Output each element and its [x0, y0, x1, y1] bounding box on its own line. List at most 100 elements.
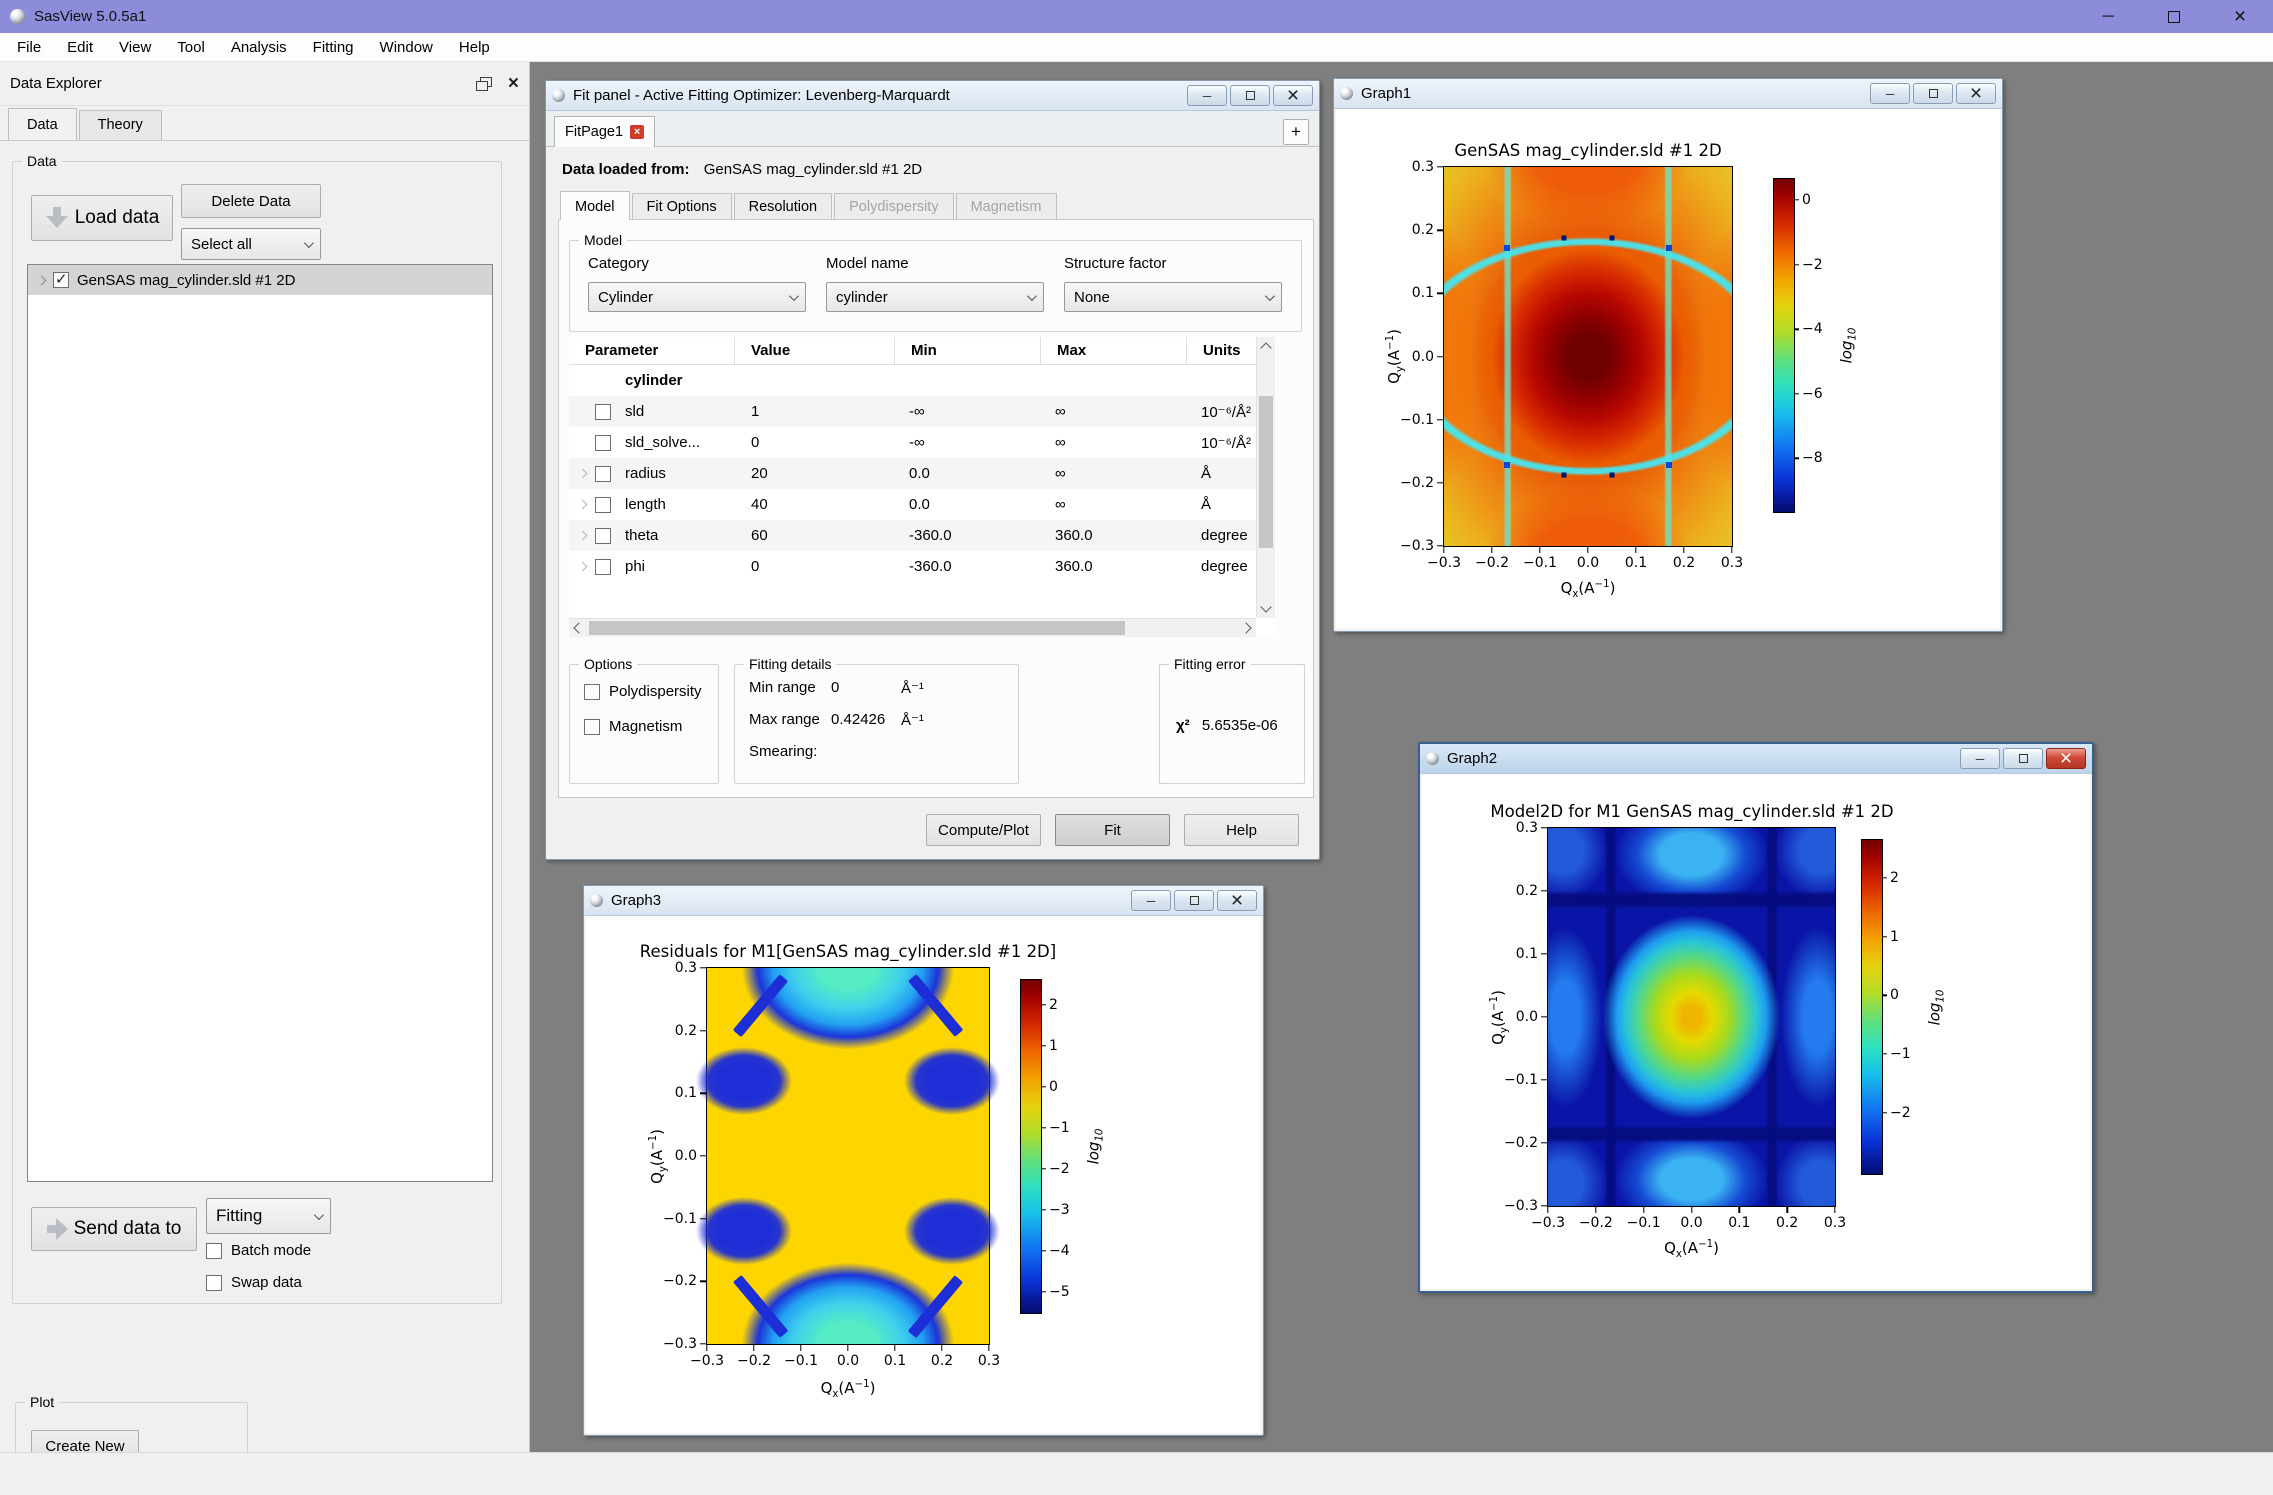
minimize-icon[interactable] — [1960, 748, 2000, 769]
param-row-sld-solve-[interactable]: sld_solve...0-∞∞10⁻⁶/Å² — [569, 427, 1256, 458]
close-icon[interactable] — [2207, 0, 2273, 33]
tree-item[interactable]: GenSAS mag_cylinder.sld #1 2D — [28, 265, 492, 295]
close-icon[interactable] — [2046, 748, 2086, 769]
maximize-icon[interactable] — [2141, 0, 2207, 33]
x-tick-mark — [1739, 1206, 1740, 1213]
minimize-icon[interactable] — [2075, 0, 2141, 33]
param-row-theta[interactable]: theta60-360.0360.0degree — [569, 520, 1256, 551]
menu-item-file[interactable]: File — [4, 39, 54, 56]
polydispersity-checkbox[interactable] — [584, 684, 600, 700]
structure-factor-dropdown[interactable]: None — [1064, 282, 1282, 312]
heatmap-plot[interactable]: 0.30.20.10.0−0.1−0.2−0.3−0.3−0.2−0.10.00… — [1443, 166, 1733, 547]
fit-button[interactable]: Fit — [1055, 814, 1170, 846]
menu-item-analysis[interactable]: Analysis — [218, 39, 300, 56]
close-panel-icon[interactable] — [508, 73, 519, 95]
tab-magnetism[interactable]: Magnetism — [956, 193, 1057, 220]
scroll-right-icon[interactable] — [1240, 622, 1251, 633]
scroll-down-icon[interactable] — [1260, 601, 1271, 612]
close-icon[interactable] — [1956, 83, 1996, 104]
colorbar-label: log10 — [1838, 327, 1859, 363]
menu-item-tool[interactable]: Tool — [164, 39, 218, 56]
param-row-radius[interactable]: radius200.0∞Å — [569, 458, 1256, 489]
expand-chevron-icon[interactable] — [577, 531, 587, 541]
param-checkbox[interactable] — [595, 528, 611, 544]
param-row-phi[interactable]: phi0-360.0360.0degree — [569, 551, 1256, 582]
expand-chevron-icon[interactable] — [577, 500, 587, 510]
tab-polydispersity[interactable]: Polydispersity — [834, 193, 953, 220]
param-checkbox[interactable] — [595, 404, 611, 420]
add-fitpage-button[interactable]: + — [1283, 119, 1309, 145]
close-icon[interactable] — [1217, 890, 1257, 911]
category-dropdown[interactable]: Cylinder — [588, 282, 806, 312]
tab-model[interactable]: Model — [560, 191, 630, 220]
close-fitpage-icon[interactable] — [630, 125, 644, 139]
swap-data-label: Swap data — [231, 1274, 302, 1291]
y-tick-mark — [1541, 827, 1548, 828]
maximize-icon[interactable] — [1230, 85, 1270, 106]
scrollbar-thumb[interactable] — [1259, 396, 1273, 548]
param-row-length[interactable]: length400.0∞Å — [569, 489, 1256, 520]
param-checkbox[interactable] — [595, 435, 611, 451]
tab-fit-options[interactable]: Fit Options — [632, 193, 732, 220]
batch-mode-option[interactable]: Batch mode — [206, 1242, 311, 1259]
fit-panel-titlebar[interactable]: Fit panel - Active Fitting Optimizer: Le… — [546, 81, 1319, 111]
parameter-table[interactable]: Parameter Value Min Max Units cylindersl… — [569, 337, 1275, 637]
fitpage-tab[interactable]: FitPage1 — [554, 116, 655, 147]
heatmap-plot[interactable]: 0.30.20.10.0−0.1−0.2−0.3−0.3−0.2−0.10.00… — [706, 967, 990, 1345]
float-panel-icon[interactable] — [476, 77, 492, 91]
minimize-icon[interactable] — [1187, 85, 1227, 106]
maximize-icon[interactable] — [1174, 890, 1214, 911]
swap-data-option[interactable]: Swap data — [206, 1274, 302, 1291]
select-all-dropdown[interactable]: Select all — [181, 228, 321, 260]
close-icon[interactable] — [1273, 85, 1313, 106]
expand-chevron-icon[interactable] — [577, 562, 587, 572]
menu-item-view[interactable]: View — [106, 39, 164, 56]
batch-mode-checkbox[interactable] — [206, 1243, 222, 1259]
scroll-left-icon[interactable] — [573, 622, 584, 633]
tab-data[interactable]: Data — [8, 108, 77, 140]
swap-data-checkbox[interactable] — [206, 1275, 222, 1291]
graph2-titlebar[interactable]: Graph2 — [1420, 744, 2092, 774]
menu-item-edit[interactable]: Edit — [54, 39, 106, 56]
colorbar-tick-mark — [1794, 393, 1799, 394]
minimize-icon[interactable] — [1870, 83, 1910, 104]
scrollbar-thumb[interactable] — [589, 621, 1125, 635]
y-tick-mark — [1437, 166, 1444, 167]
model-name-dropdown[interactable]: cylinder — [826, 282, 1044, 312]
data-tree[interactable]: GenSAS mag_cylinder.sld #1 2D — [27, 264, 493, 1182]
maximize-icon[interactable] — [1913, 83, 1953, 104]
send-data-button[interactable]: Send data to — [31, 1207, 197, 1251]
tab-resolution[interactable]: Resolution — [734, 193, 833, 220]
fitpage-tabbar: FitPage1 + — [546, 111, 1319, 147]
param-row-sld[interactable]: sld1-∞∞10⁻⁶/Å² — [569, 396, 1256, 427]
expand-chevron-icon[interactable] — [37, 275, 47, 285]
menu-item-window[interactable]: Window — [367, 39, 446, 56]
fit-help-button[interactable]: Help — [1184, 814, 1299, 846]
param-checkbox[interactable] — [595, 497, 611, 513]
magnetism-checkbox[interactable] — [584, 719, 600, 735]
minimize-icon[interactable] — [1131, 890, 1171, 911]
dataset-checkbox[interactable] — [53, 272, 69, 288]
compute-plot-button[interactable]: Compute/Plot — [926, 814, 1041, 846]
menu-item-fitting[interactable]: Fitting — [300, 39, 367, 56]
data-group-label: Data — [22, 153, 62, 169]
graph1-titlebar[interactable]: Graph1 — [1334, 79, 2002, 109]
graph3-titlebar[interactable]: Graph3 — [584, 886, 1263, 916]
polydispersity-option[interactable]: Polydispersity — [584, 683, 718, 700]
maximize-icon[interactable] — [2003, 748, 2043, 769]
magnetism-option[interactable]: Magnetism — [584, 718, 718, 735]
delete-data-button[interactable]: Delete Data — [181, 184, 321, 218]
scroll-up-icon[interactable] — [1260, 342, 1271, 353]
send-target-dropdown[interactable]: Fitting — [206, 1198, 331, 1234]
heatmap-plot[interactable]: 0.30.20.10.0−0.1−0.2−0.3−0.3−0.2−0.10.00… — [1547, 827, 1836, 1207]
expand-chevron-icon[interactable] — [577, 469, 587, 479]
menu-item-help[interactable]: Help — [446, 39, 503, 56]
tab-theory[interactable]: Theory — [79, 110, 162, 140]
param-checkbox[interactable] — [595, 466, 611, 482]
horizontal-scrollbar[interactable] — [569, 618, 1256, 637]
chi2-label: χ² — [1176, 717, 1190, 734]
x-tick-label: −0.3 — [1531, 1215, 1565, 1231]
load-data-button[interactable]: Load data — [31, 195, 173, 241]
param-checkbox[interactable] — [595, 559, 611, 575]
vertical-scrollbar[interactable] — [1256, 337, 1275, 618]
